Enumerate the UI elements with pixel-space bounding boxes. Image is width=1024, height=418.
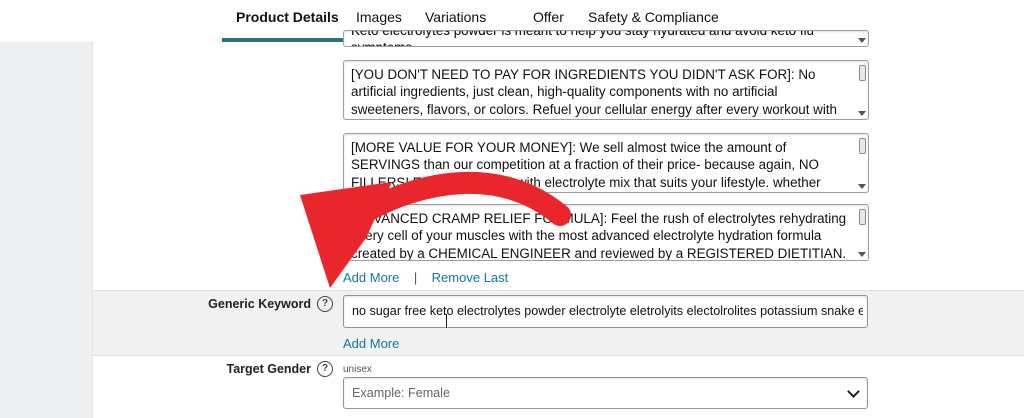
tab-offer[interactable]: Offer: [533, 9, 564, 25]
generic-keyword-value: no sugar free keto electrolytes powder e…: [352, 304, 863, 318]
scroll-down-icon[interactable]: [858, 184, 866, 189]
tab-product-details[interactable]: Product Details: [236, 9, 339, 25]
scrollbar-thumb[interactable]: [859, 209, 866, 225]
target-gender-placeholder: Example: Female: [352, 386, 450, 400]
add-more-bullets-link[interactable]: Add More: [343, 270, 399, 285]
bullet-point-text: Keto electrolytes powder is meant to hel…: [351, 30, 814, 46]
bullet-point-field[interactable]: [YOU DON'T NEED TO PAY FOR INGREDIENTS Y…: [343, 60, 869, 120]
bullet-point-field[interactable]: [MORE VALUE FOR YOUR MONEY]: We sell alm…: [343, 133, 869, 193]
bullet-point-text: [ADVANCED CRAMP RELIEF FORMULA]: Feel th…: [351, 211, 847, 261]
remove-last-bullet-link[interactable]: Remove Last: [432, 270, 509, 285]
bullet-actions: Add More | Remove Last: [343, 269, 508, 287]
bullet-point-text: [YOU DON'T NEED TO PAY FOR INGREDIENTS Y…: [351, 67, 837, 117]
tab-variations[interactable]: Variations: [425, 9, 486, 25]
bullet-point-field[interactable]: [ADVANCED CRAMP RELIEF FORMULA]: Feel th…: [343, 204, 869, 261]
text-cursor: [446, 314, 447, 328]
add-more-keywords-link[interactable]: Add More: [343, 336, 399, 351]
bullet-point-text: [MORE VALUE FOR YOUR MONEY]: We sell alm…: [351, 140, 821, 190]
scroll-down-icon[interactable]: [858, 38, 866, 43]
scrollbar-thumb[interactable]: [859, 138, 866, 154]
generic-keyword-input[interactable]: no sugar free keto electrolytes powder e…: [343, 295, 868, 328]
generic-keyword-label: Generic Keyword: [208, 297, 311, 311]
question-circle-icon[interactable]: ?: [317, 296, 333, 312]
scrollbar-thumb[interactable]: [859, 65, 866, 81]
target-gender-hint: unisex: [343, 364, 372, 375]
target-gender-label: Target Gender: [226, 362, 311, 376]
scroll-down-icon[interactable]: [858, 252, 866, 257]
tab-images[interactable]: Images: [356, 9, 402, 25]
target-gender-select[interactable]: Example: Female: [343, 377, 868, 409]
link-separator: |: [413, 270, 418, 285]
bullet-point-field[interactable]: Keto electrolytes powder is meant to hel…: [343, 30, 869, 47]
scroll-down-icon[interactable]: [858, 111, 866, 116]
question-circle-icon[interactable]: ?: [317, 361, 333, 377]
left-gutter: [0, 42, 93, 418]
tab-safety-compliance[interactable]: Safety & Compliance: [588, 9, 719, 25]
chevron-down-icon: [847, 385, 860, 398]
